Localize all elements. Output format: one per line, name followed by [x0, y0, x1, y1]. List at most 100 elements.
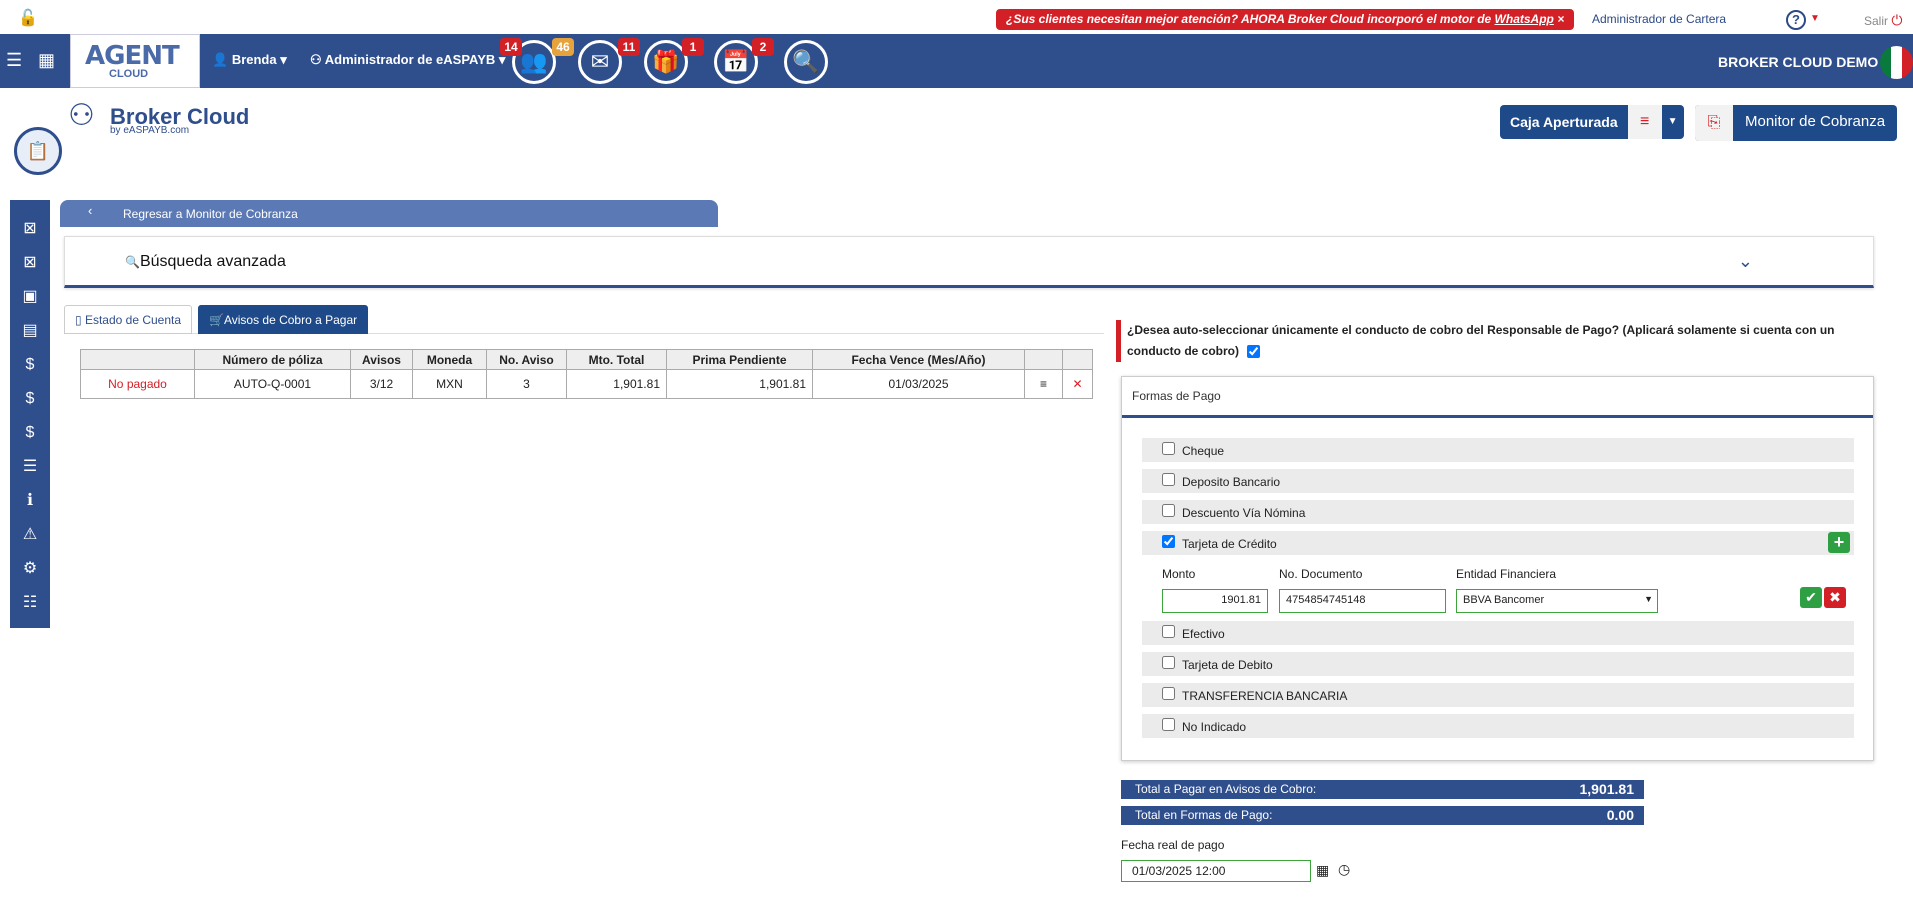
back-tab[interactable]: ‹ Regresar a Monitor de Cobranza — [60, 200, 718, 227]
unlock-icon[interactable]: 🔓 — [18, 8, 38, 28]
close-icon[interactable]: × — [1557, 12, 1564, 26]
brand-subtitle: by eASPAYB.com — [110, 125, 190, 136]
documento-input[interactable]: 4754854745148 — [1279, 589, 1446, 613]
confirm-button[interactable]: ✔ — [1800, 587, 1822, 608]
prima-cell: 1,901.81 — [666, 369, 813, 399]
logout-button[interactable]: Salir ⏻ — [1864, 12, 1902, 29]
add-list-icon[interactable]: ☷ — [16, 590, 44, 616]
chevron-down-icon[interactable]: ▼ — [1662, 105, 1684, 139]
invoice-icon[interactable]: $ — [16, 352, 44, 378]
settings-icon[interactable]: ⚙ — [16, 556, 44, 582]
exit-doc-icon: ⎘ — [1695, 105, 1733, 141]
apps-grid-icon[interactable]: ▦ — [38, 50, 55, 71]
payment-option[interactable]: Tarjeta de Debito — [1142, 652, 1854, 676]
payment-checkbox[interactable] — [1162, 535, 1175, 548]
monto-label: Monto — [1162, 567, 1196, 581]
user-menu[interactable]: 👤 Brenda ▾ — [212, 52, 287, 68]
table-row[interactable]: No pagado AUTO-Q-0001 3/12 MXN 3 1,901.8… — [80, 369, 1093, 399]
advanced-search-panel[interactable]: 🔍Búsqueda avanzada ⌄ — [64, 236, 1874, 288]
warning-icon[interactable]: ⚠ — [16, 522, 44, 548]
tab-avisos-cobro[interactable]: 🛒Avisos de Cobro a Pagar — [198, 305, 369, 334]
payment-option[interactable]: Tarjeta de Crédito + — [1142, 531, 1854, 555]
column-header[interactable]: Avisos — [350, 349, 413, 370]
policy-icon[interactable]: 📋 — [14, 127, 62, 175]
chevron-down-icon: ▼ — [1644, 594, 1653, 604]
mail-icon[interactable]: ✉ — [578, 40, 622, 84]
column-header[interactable]: Moneda — [412, 349, 487, 370]
tab-label: Estado de Cuenta — [84, 313, 182, 327]
documento-label: No. Documento — [1279, 567, 1363, 581]
payment-label: Descuento Vía Nómina — [1182, 506, 1306, 520]
column-header — [1062, 349, 1093, 370]
logo-text: AGENT — [85, 41, 180, 71]
list-icon[interactable]: ≡ — [1627, 105, 1662, 139]
chevron-down-icon[interactable]: ⌄ — [1738, 251, 1753, 272]
id-card-icon[interactable]: ▣ — [16, 284, 44, 310]
payment-checkbox[interactable] — [1162, 442, 1175, 455]
payment-checkbox[interactable] — [1162, 687, 1175, 700]
column-header[interactable]: Prima Pendiente — [666, 349, 813, 370]
admin-name: Administrador de eASPAYB — [324, 52, 496, 67]
payment-option[interactable]: No Indicado — [1142, 714, 1854, 738]
payment-option[interactable]: Cheque — [1142, 438, 1854, 462]
entidad-select[interactable]: BBVA Bancomer ▼ — [1456, 589, 1658, 613]
cancel-button[interactable]: ✖ — [1824, 587, 1846, 608]
main-navbar: ☰ ▦ AGENT CLOUD 👤 Brenda ▾ ⚇ Administrad… — [0, 34, 1913, 88]
payment-checkbox[interactable] — [1162, 656, 1175, 669]
agent-cloud-logo[interactable]: AGENT CLOUD — [70, 34, 200, 88]
caja-aperturada-button[interactable]: Caja Aperturada ≡ ▼ — [1500, 105, 1684, 139]
payment-label: Tarjeta de Debito — [1182, 658, 1273, 672]
fecha-input[interactable]: 01/03/2025 12:00 — [1121, 860, 1311, 882]
column-header[interactable]: Número de póliza — [194, 349, 351, 370]
payment-label: Efectivo — [1182, 627, 1225, 641]
clock-icon[interactable]: ◷ — [1338, 861, 1350, 878]
entidad-label: Entidad Financiera — [1456, 567, 1557, 581]
payment-label: Cheque — [1182, 444, 1225, 458]
role-label[interactable]: Administrador de Cartera — [1592, 12, 1726, 26]
mexico-flag-icon[interactable] — [1880, 46, 1913, 79]
add-button[interactable]: + — [1828, 532, 1850, 553]
total-formas-value: 0.00 — [1606, 807, 1634, 823]
row-menu-icon[interactable]: ≡ — [1024, 369, 1063, 399]
payment-label: No Indicado — [1182, 720, 1247, 734]
excel-icon[interactable]: ⊠ — [16, 216, 44, 242]
invoice-icon[interactable]: $ — [16, 420, 44, 446]
list-icon[interactable]: ☰ — [16, 454, 44, 480]
clipboard-icon[interactable]: ▤ — [16, 318, 44, 344]
monitor-cobranza-button[interactable]: ⎘ Monitor de Cobranza — [1695, 105, 1898, 141]
notification-badge: 11 — [618, 38, 640, 56]
chevron-down-icon[interactable]: ▼ — [1810, 13, 1820, 24]
payment-option[interactable]: Efectivo — [1142, 621, 1854, 645]
notification-badge: 1 — [682, 38, 704, 56]
search-text: Búsqueda avanzada — [139, 253, 286, 270]
whatsapp-link[interactable]: WhatsApp — [1495, 12, 1554, 26]
column-header[interactable]: Fecha Vence (Mes/Año) — [812, 349, 1025, 370]
cart-icon: 🛒 — [209, 313, 224, 327]
row-delete-icon[interactable]: ✕ — [1062, 369, 1093, 399]
tab-estado-cuenta[interactable]: ▯ Estado de Cuenta — [64, 305, 193, 334]
help-icon[interactable]: ? — [1786, 10, 1806, 30]
chevron-left-icon: ‹ — [88, 203, 93, 218]
excel-icon[interactable]: ⊠ — [16, 250, 44, 276]
auto-select-checkbox[interactable] — [1247, 345, 1260, 359]
admin-menu[interactable]: ⚇ Administrador de eASPAYB ▾ — [310, 52, 505, 68]
payment-checkbox[interactable] — [1162, 504, 1175, 517]
payment-checkbox[interactable] — [1162, 625, 1175, 638]
payment-checkbox[interactable] — [1162, 473, 1175, 486]
payment-option[interactable]: Deposito Bancario — [1142, 469, 1854, 493]
user-search-icon[interactable]: 🔍 — [784, 40, 828, 84]
payment-option[interactable]: Descuento Vía Nómina — [1142, 500, 1854, 524]
payment-label: TRANSFERENCIA BANCARIA — [1182, 689, 1348, 703]
promo-banner[interactable]: ¿Sus clientes necesitan mejor atención? … — [996, 9, 1575, 30]
invoice-icon[interactable]: $ — [16, 386, 44, 412]
total-formas-label: Total en Formas de Pago: — [1135, 808, 1273, 822]
calendar-icon[interactable]: ▦ — [1316, 862, 1329, 879]
info-icon[interactable]: ℹ — [16, 488, 44, 514]
menu-icon[interactable]: ☰ — [6, 50, 22, 71]
payment-checkbox[interactable] — [1162, 718, 1175, 731]
tab-label: Avisos de Cobro a Pagar — [223, 313, 358, 327]
payment-option[interactable]: TRANSFERENCIA BANCARIA — [1142, 683, 1854, 707]
column-header[interactable]: Mto. Total — [566, 349, 667, 370]
monto-input[interactable]: 1901.81 — [1162, 589, 1268, 613]
column-header[interactable]: No. Aviso — [486, 349, 567, 370]
